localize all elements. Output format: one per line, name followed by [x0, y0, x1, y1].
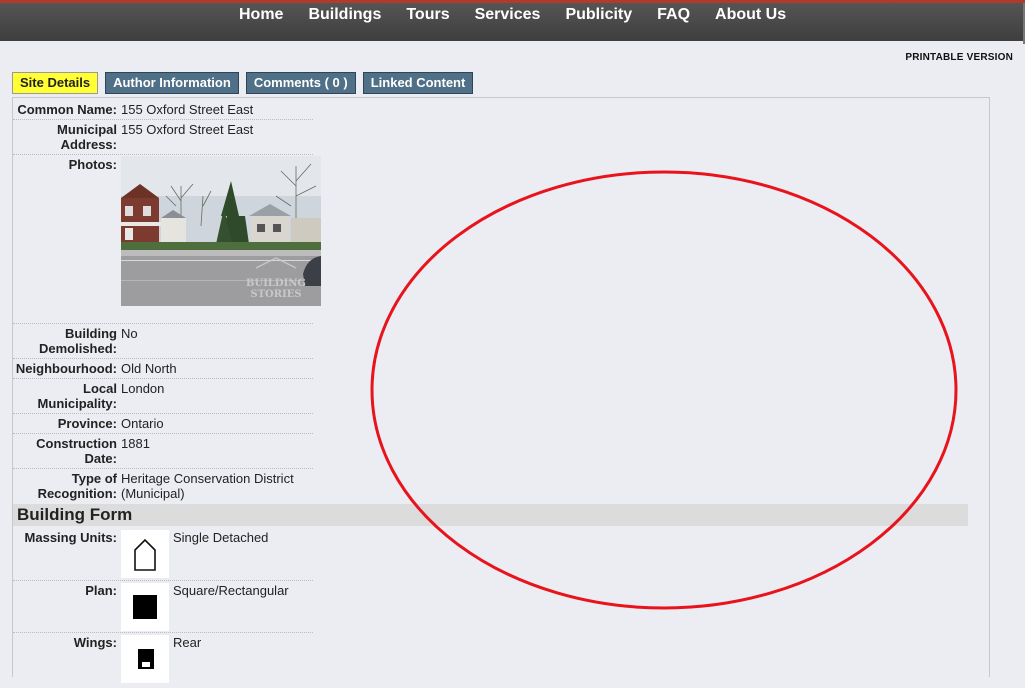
construction-label-line1: Construction — [36, 436, 117, 451]
recognition-label-line2: Recognition: — [37, 486, 117, 501]
municipality-label-line1: Local — [83, 381, 117, 396]
nav-about-us[interactable]: About Us — [715, 6, 786, 24]
construction-label-line2: Date: — [84, 451, 117, 466]
construction-value: 1881 — [121, 436, 150, 451]
wings-value: Rear — [173, 635, 202, 650]
common-name-label: Common Name: — [17, 102, 117, 117]
massing-value: Single Detached — [173, 530, 269, 545]
recognition-value-line1: Heritage Conservation District — [121, 471, 294, 486]
neighbourhood-value: Old North — [121, 361, 177, 376]
common-name-row: Common Name: 155 Oxford Street East — [13, 100, 313, 118]
address-value: 155 Oxford Street East — [121, 122, 254, 137]
photos-label: Photos: — [68, 157, 117, 172]
wings-row: Wings: Rear — [13, 632, 313, 684]
plan-row: Plan: Square/Rectangular — [13, 580, 313, 632]
nav-buildings[interactable]: Buildings — [308, 6, 381, 24]
recognition-label-line1: Type of — [71, 471, 117, 486]
province-value: Ontario — [121, 416, 164, 431]
square-plan-icon — [121, 583, 169, 631]
massing-label: Massing Units: — [24, 530, 117, 545]
building-photo[interactable]: BUILDING STORIES — [121, 156, 321, 306]
wings-label: Wings: — [73, 635, 117, 650]
province-label: Province: — [57, 416, 117, 431]
recognition-value-line2: (Municipal) — [121, 486, 185, 501]
photo-watermark-building: BUILDING — [246, 278, 306, 289]
demolished-value: No — [121, 326, 138, 341]
rear-wing-icon — [121, 635, 169, 683]
address-row: Municipal Address: 155 Oxford Street Eas… — [13, 119, 313, 154]
province-row: Province: Ontario — [13, 413, 313, 433]
nav-tours[interactable]: Tours — [406, 6, 449, 24]
plan-label: Plan: — [85, 583, 117, 598]
nav-menu: Home Buildings Tours Services Publicity … — [239, 6, 811, 24]
address-label-line1: Municipal — [57, 122, 117, 137]
site-details-panel: Common Name: 155 Oxford Street East Muni… — [12, 97, 990, 683]
photo-watermark-stories: STORIES — [250, 289, 301, 300]
recognition-row: Type of Recognition: Heritage Conservati… — [13, 468, 313, 503]
municipality-value: London — [121, 381, 165, 396]
common-name-value: 155 Oxford Street East — [121, 102, 254, 117]
building-form-heading: Building Form — [13, 504, 968, 526]
tab-comments[interactable]: Comments ( 0 ) — [245, 72, 356, 94]
demolished-row: Building Demolished: No — [13, 323, 313, 358]
demolished-label-line1: Building — [65, 326, 117, 341]
house-outline-icon — [121, 530, 169, 578]
nav-services[interactable]: Services — [475, 6, 541, 24]
address-label-line2: Address: — [60, 137, 117, 152]
municipality-label-line2: Municipality: — [37, 396, 117, 411]
demolished-label-line2: Demolished: — [38, 341, 117, 356]
tab-author-information[interactable]: Author Information — [105, 72, 239, 94]
detail-tabs: Site Details Author Information Comments… — [12, 72, 480, 94]
top-navigation-bar: Home Buildings Tours Services Publicity … — [0, 0, 1025, 44]
tab-linked-content[interactable]: Linked Content — [362, 72, 474, 94]
neighbourhood-row: Neighbourhood: Old North — [13, 358, 313, 378]
nav-faq[interactable]: FAQ — [657, 6, 690, 24]
plan-value: Square/Rectangular — [173, 583, 289, 598]
massing-row: Massing Units: Single Detached — [13, 528, 313, 579]
municipality-row: Local Municipality: London — [13, 378, 313, 413]
nav-home[interactable]: Home — [239, 6, 283, 24]
neighbourhood-label: Neighbourhood: — [15, 361, 117, 376]
printable-version-link[interactable]: PRINTABLE VERSION — [905, 52, 1013, 63]
nav-publicity[interactable]: Publicity — [565, 6, 632, 24]
construction-row: Construction Date: 1881 — [13, 433, 313, 468]
tab-site-details[interactable]: Site Details — [12, 72, 99, 94]
